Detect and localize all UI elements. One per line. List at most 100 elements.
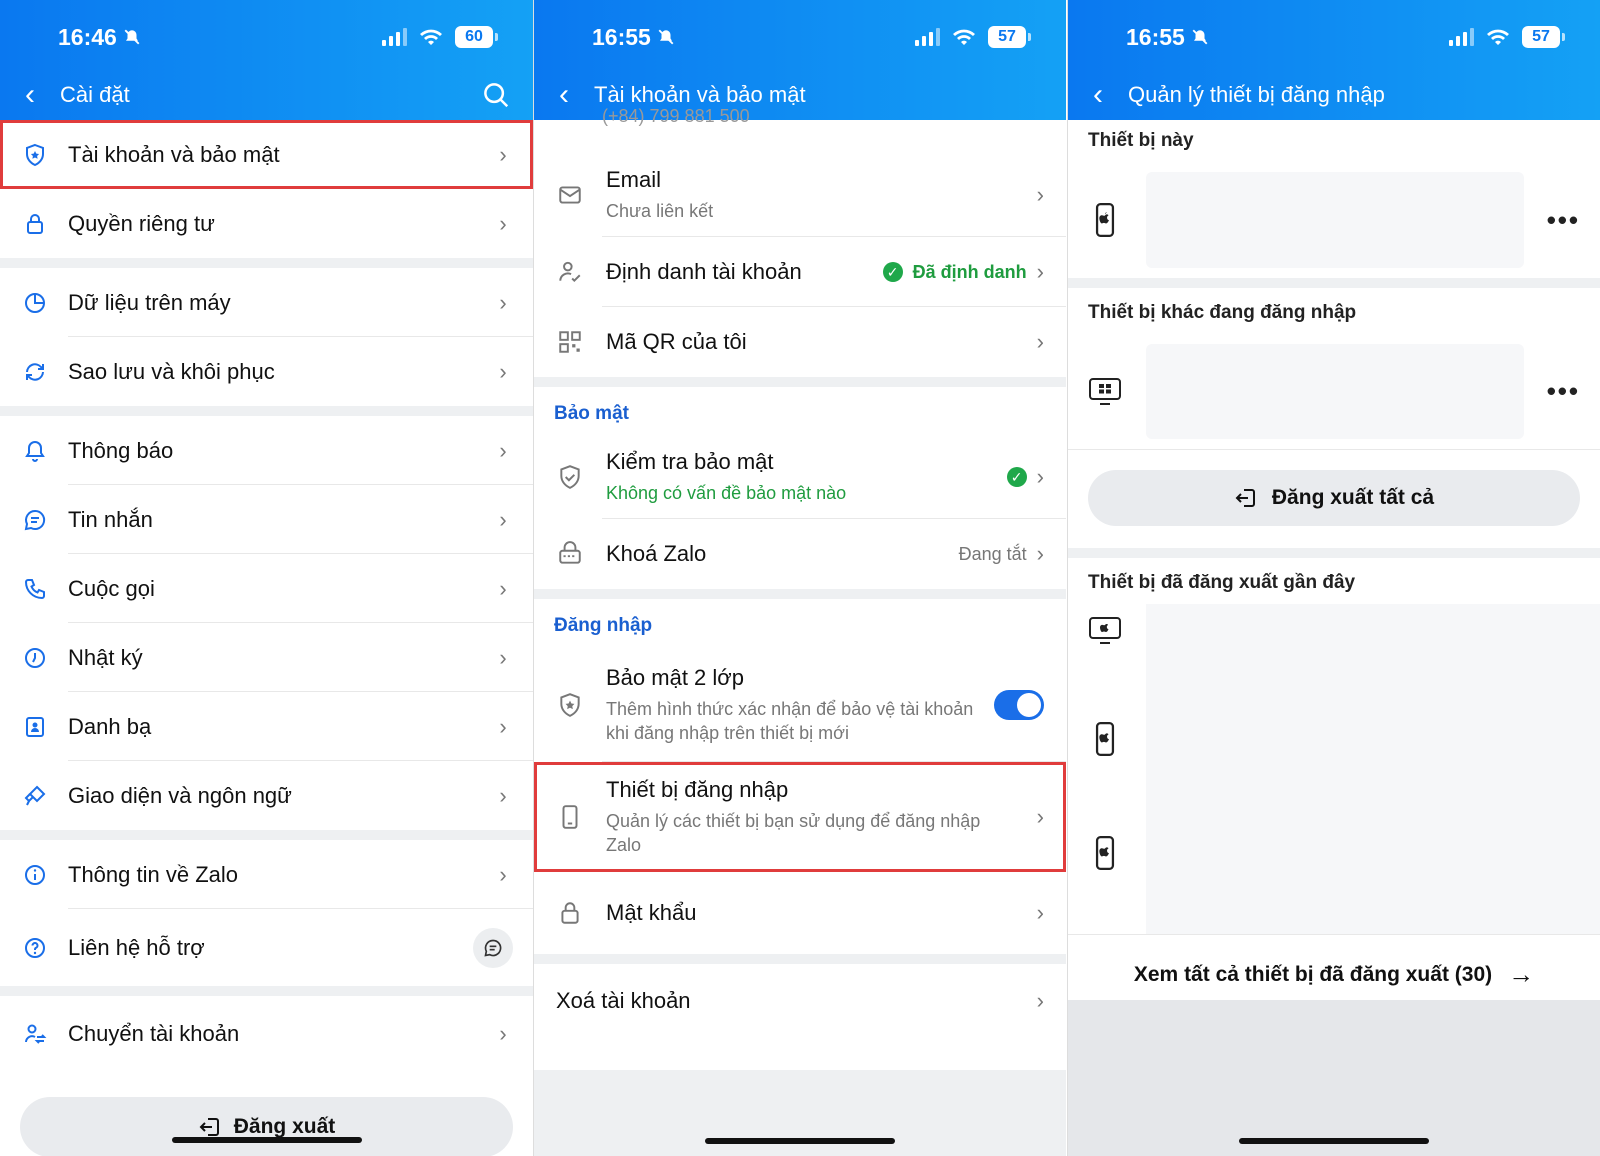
account-security-panel: 16:55 57 ‹ Tài khoản và bảo mật (+84) 79… (533, 0, 1066, 1156)
other-device-row: ••• (1068, 334, 1600, 450)
user-check-icon (556, 258, 584, 286)
email-status: Chưa liên kết (606, 200, 714, 221)
bottom-background (1068, 1000, 1600, 1156)
section-gap (0, 986, 533, 996)
status-bar: 16:55 57 (1126, 20, 1565, 54)
status-time: 16:55 (1126, 23, 1185, 50)
settings-item-label: Sao lưu và khôi phục (68, 358, 275, 384)
security-check-label: Kiểm tra bảo mật (606, 449, 774, 474)
chevron-right-icon: › (1036, 900, 1044, 925)
iphone-icon (1091, 722, 1119, 761)
more-options-icon[interactable]: ••• (1547, 376, 1580, 407)
chat-bubble-icon[interactable] (473, 927, 513, 968)
phone-number-partial: (+84) 799 881 500 (602, 108, 750, 126)
phone-icon (22, 576, 48, 602)
identity-label: Định danh tài khoản (606, 259, 802, 284)
battery-icon: 57 (1522, 26, 1565, 48)
settings-item-label: Tin nhắn (68, 506, 153, 532)
identity-row[interactable]: Định danh tài khoản ✓ Đã định danh › (534, 237, 1066, 307)
check-circle-icon: ✓ (1006, 467, 1027, 487)
zalo-lock-row[interactable]: Khoá Zalo Đang tắt › (534, 519, 1066, 589)
section-gap (1068, 548, 1600, 558)
windows-pc-icon (1088, 375, 1122, 409)
qr-code-icon (556, 328, 584, 356)
device-info-redacted (1146, 344, 1524, 439)
settings-item-support[interactable]: Liên hệ hỗ trợ (0, 909, 533, 986)
mac-desktop-icon (1088, 616, 1122, 651)
settings-item-messages[interactable]: Tin nhắn › (0, 485, 533, 554)
back-button[interactable]: ‹ (1068, 80, 1128, 110)
settings-item-label: Tài khoản và bảo mật (68, 141, 280, 167)
signal-icon (382, 28, 407, 46)
info-icon (22, 862, 48, 888)
chevron-right-icon: › (1036, 259, 1044, 284)
two-factor-toggle[interactable] (994, 689, 1044, 720)
account-security-list: (+84) 799 881 500 Email Chưa liên kết › … (534, 108, 1066, 1038)
chevron-right-icon: › (499, 575, 507, 601)
status-time: 16:55 (592, 23, 651, 50)
arrow-right-icon: → (1508, 959, 1535, 989)
this-device-row: ••• (1068, 162, 1600, 278)
page-title: Quản lý thiết bị đăng nhập (1128, 82, 1385, 107)
iphone-icon (1091, 836, 1119, 875)
settings-item-about[interactable]: Thông tin về Zalo › (0, 840, 533, 909)
check-circle-icon: ✓ (882, 262, 903, 282)
settings-item-calls[interactable]: Cuộc gọi › (0, 554, 533, 623)
back-button[interactable]: ‹ (534, 80, 594, 110)
settings-item-notifications[interactable]: Thông báo › (0, 416, 533, 485)
search-icon[interactable] (481, 80, 511, 110)
delete-account-row[interactable]: Xoá tài khoản › (534, 964, 1066, 1038)
wifi-icon (420, 29, 442, 45)
switch-account-icon (22, 1021, 48, 1047)
clock-icon (22, 645, 48, 671)
section-title-this-device: Thiết bị này (1088, 130, 1194, 151)
battery-icon: 60 (455, 26, 498, 48)
shield-icon (22, 142, 48, 168)
chevron-right-icon: › (499, 141, 507, 167)
back-button[interactable]: ‹ (0, 80, 60, 110)
page-title: Tài khoản và bảo mật (594, 82, 806, 107)
chevron-right-icon: › (1036, 464, 1044, 489)
device-list: Thiết bị này ••• Thiết bị khác đang đăng… (1068, 120, 1600, 1014)
two-factor-description: Thêm hình thức xác nhận để bảo vệ tài kh… (606, 698, 974, 743)
logout-all-button[interactable]: Đăng xuất tất cả (1088, 470, 1580, 526)
chevron-right-icon: › (1036, 804, 1044, 829)
settings-item-diary[interactable]: Nhật ký › (0, 623, 533, 692)
identity-status: Đã định danh (912, 261, 1027, 282)
header: 16:55 57 ‹ Tài khoản và bảo mật (534, 0, 1066, 120)
settings-item-storage[interactable]: Dữ liệu trên máy › (0, 268, 533, 337)
logout-icon (1235, 489, 1255, 507)
chevron-right-icon: › (499, 437, 507, 463)
qr-row[interactable]: Mã QR của tôi › (534, 307, 1066, 377)
settings-item-switch-account[interactable]: Chuyển tài khoản › (0, 996, 533, 1071)
settings-item-backup[interactable]: Sao lưu và khôi phục › (0, 337, 533, 406)
login-devices-row[interactable]: Thiết bị đăng nhập Quản lý các thiết bị … (534, 762, 1066, 872)
login-devices-description: Quản lý các thiết bị bạn sử dụng để đăng… (606, 811, 981, 855)
chevron-right-icon: › (1036, 329, 1044, 354)
pie-chart-icon (22, 290, 48, 316)
zalo-lock-label: Khoá Zalo (606, 541, 707, 566)
home-indicator (705, 1138, 895, 1144)
section-title-security: Bảo mật (534, 387, 1066, 435)
email-row[interactable]: Email Chưa liên kết › (534, 152, 1066, 237)
settings-item-account-security[interactable]: Tài khoản và bảo mật › (0, 120, 533, 189)
logout-label: Đăng xuất (233, 1115, 336, 1138)
password-row[interactable]: Mật khẩu › (534, 872, 1066, 954)
section-title-recent-logouts: Thiết bị đã đăng xuất gần đây (1088, 572, 1356, 593)
logout-button[interactable]: Đăng xuất (20, 1097, 513, 1156)
header: 16:55 57 ‹ Quản lý thiết bị đăng nhập (1068, 0, 1600, 120)
security-check-row[interactable]: Kiểm tra bảo mật Không có vấn đề bảo mật… (534, 435, 1066, 519)
settings-item-contacts[interactable]: Danh bạ › (0, 692, 533, 761)
settings-item-appearance[interactable]: Giao diện và ngôn ngữ › (0, 761, 533, 830)
page-title: Cài đặt (60, 82, 130, 107)
status-bar: 16:55 57 (592, 20, 1031, 54)
phone-device-icon (556, 803, 584, 831)
chevron-right-icon: › (499, 289, 507, 315)
more-options-icon[interactable]: ••• (1547, 205, 1580, 236)
mail-icon (556, 181, 584, 209)
status-time: 16:46 (58, 23, 117, 50)
section-gap (0, 258, 533, 268)
settings-item-label: Thông tin về Zalo (68, 861, 238, 887)
view-all-label: Xem tất cả thiết bị đã đăng xuất (30) (1133, 962, 1493, 986)
settings-item-privacy[interactable]: Quyền riêng tư › (0, 189, 533, 258)
